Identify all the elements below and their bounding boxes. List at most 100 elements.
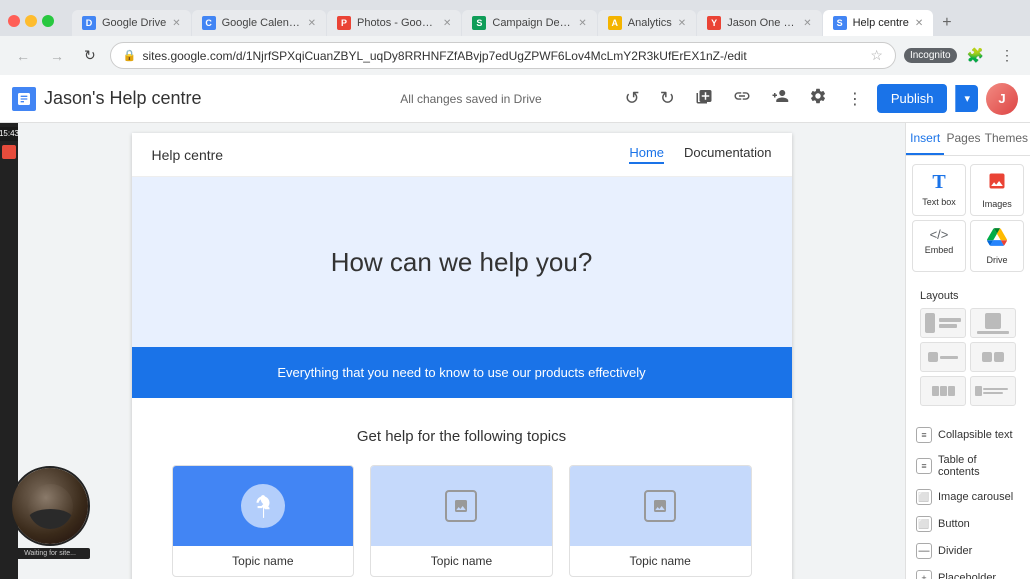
collapsible-icon: ≡: [916, 427, 932, 443]
more-options-button[interactable]: ⋮: [994, 43, 1020, 68]
nav-right-controls: Incognito 🧩 ⋮: [904, 43, 1020, 68]
tab-youtube[interactable]: Y Jason One - YouTube ✕: [697, 10, 821, 36]
tab-close-icon[interactable]: ✕: [308, 18, 316, 29]
layout-1[interactable]: [920, 308, 966, 338]
forward-button[interactable]: →: [44, 44, 70, 68]
window-controls[interactable]: [8, 15, 54, 27]
tab-calendar[interactable]: C Google Calendar - Week of 31... ✕: [192, 10, 326, 36]
right-panel: Insert Pages Themes T Text box Ima: [905, 123, 1030, 579]
tab-close-icon[interactable]: ✕: [803, 18, 811, 29]
insert-drive[interactable]: Drive: [970, 220, 1024, 272]
text-box-icon: T: [932, 171, 945, 194]
toolbar-actions: ↺ ↻ ⋮ Publish ▾ J: [619, 81, 1018, 116]
hero-title: How can we help you?: [331, 247, 593, 278]
minimize-button[interactable]: [25, 15, 37, 27]
publish-button[interactable]: Publish: [877, 84, 948, 113]
layouts-section: Layouts: [912, 282, 1024, 422]
save-status: All changes saved in Drive: [331, 92, 610, 106]
topic-label-1: Topic name: [173, 546, 354, 576]
carousel-icon: ⬜: [916, 489, 932, 505]
insert-text-box[interactable]: T Text box: [912, 164, 966, 216]
feature-label: Collapsible text: [938, 429, 1013, 441]
insert-embed[interactable]: </> Embed: [912, 220, 966, 272]
image-icon: [445, 490, 477, 522]
layout-2[interactable]: [970, 308, 1016, 338]
accessibility-icon: [241, 484, 285, 528]
feature-carousel[interactable]: ⬜ Image carousel: [912, 484, 1024, 510]
topic-card-2[interactable]: Topic name: [370, 465, 553, 577]
topics-section: Get help for the following topics: [132, 398, 792, 579]
add-person-button[interactable]: [765, 81, 795, 116]
browser-navbar: ← → ↻ 🔒 sites.google.com/d/1NjrfSPXqiCua…: [0, 36, 1030, 75]
undo-button[interactable]: ↺: [619, 82, 646, 115]
topic-card-3[interactable]: Topic name: [569, 465, 752, 577]
notification-badge: [2, 145, 16, 159]
insert-images[interactable]: Images: [970, 164, 1024, 216]
redo-button[interactable]: ↻: [654, 82, 681, 115]
more-menu-button[interactable]: ⋮: [841, 83, 869, 115]
new-tab-button[interactable]: +: [934, 10, 959, 36]
site-nav-links: Home Documentation: [629, 145, 771, 164]
publish-dropdown-button[interactable]: ▾: [955, 85, 978, 112]
layout-4[interactable]: [970, 342, 1016, 372]
feature-collapsible-text[interactable]: ≡ Collapsible text: [912, 422, 1024, 448]
loading-text: Waiting for site...: [24, 550, 76, 557]
panel-tabs: Insert Pages Themes: [906, 123, 1030, 156]
image-icon-2: [644, 490, 676, 522]
layout-6[interactable]: [970, 376, 1016, 406]
user-avatar[interactable]: J: [986, 83, 1018, 115]
text-box-label: Text box: [922, 197, 956, 207]
layout-5[interactable]: [920, 376, 966, 406]
nav-link-documentation[interactable]: Documentation: [684, 145, 771, 164]
preview-button[interactable]: [689, 81, 719, 116]
browser-tabs: D Google Drive ✕ C Google Calendar - Wee…: [64, 10, 1022, 36]
images-icon: [987, 171, 1007, 196]
button-icon: ⬜: [916, 516, 932, 532]
tab-google-drive[interactable]: D Google Drive ✕: [72, 10, 191, 36]
link-button[interactable]: [727, 81, 757, 116]
tab-close-icon[interactable]: ✕: [172, 18, 180, 29]
tab-pages[interactable]: Pages: [944, 123, 982, 155]
maximize-button[interactable]: [42, 15, 54, 27]
tab-campaign[interactable]: S Campaign Details - 645-453 -... ✕: [462, 10, 596, 36]
back-button[interactable]: ←: [10, 44, 36, 68]
sites-logo: [12, 87, 36, 111]
site-preview: Help centre Home Documentation How can w…: [132, 133, 792, 579]
extensions-button[interactable]: 🧩: [961, 43, 990, 68]
feature-divider[interactable]: — Divider: [912, 538, 1024, 564]
topics-grid: Topic name Topic name: [172, 465, 752, 577]
main-area: 15:43 Help centre Home Documentation How…: [0, 123, 1030, 579]
divider-icon: —: [916, 543, 932, 559]
tab-close-icon[interactable]: ✕: [915, 18, 923, 29]
camera-overlay: Waiting for site...: [10, 466, 90, 559]
close-button[interactable]: [8, 15, 20, 27]
tab-insert[interactable]: Insert: [906, 123, 944, 155]
tab-close-icon[interactable]: ✕: [678, 18, 686, 29]
tab-close-icon[interactable]: ✕: [578, 18, 586, 29]
tab-close-icon[interactable]: ✕: [443, 18, 451, 29]
embed-icon: </>: [930, 227, 949, 242]
feature-placeholder[interactable]: + Placeholder: [912, 565, 1024, 579]
topics-title: Get help for the following topics: [172, 428, 752, 445]
reload-button[interactable]: ↻: [78, 43, 102, 68]
site-nav: Help centre Home Documentation: [132, 133, 792, 177]
hero-section: How can we help you?: [132, 177, 792, 347]
star-icon[interactable]: ☆: [870, 47, 883, 64]
layout-3[interactable]: [920, 342, 966, 372]
images-label: Images: [982, 199, 1012, 209]
drive-icon: [987, 227, 1007, 252]
page-preview-area[interactable]: Help centre Home Documentation How can w…: [18, 123, 905, 579]
tab-help-centre[interactable]: S Help centre ✕: [823, 10, 934, 36]
feature-toc[interactable]: ≡ Table of contents: [912, 449, 1024, 483]
tab-themes[interactable]: Themes: [983, 123, 1030, 155]
feature-label: Image carousel: [938, 491, 1013, 503]
tab-analytics[interactable]: A Analytics ✕: [598, 10, 696, 36]
nav-link-home[interactable]: Home: [629, 145, 664, 164]
tab-photos[interactable]: P Photos - Google Photos ✕: [327, 10, 461, 36]
topic-card-1[interactable]: Topic name: [172, 465, 355, 577]
banner-text: Everything that you need to know to use …: [172, 365, 752, 380]
feature-button[interactable]: ⬜ Button: [912, 511, 1024, 537]
settings-button[interactable]: [803, 81, 833, 116]
incognito-badge: Incognito: [904, 48, 957, 63]
address-bar[interactable]: 🔒 sites.google.com/d/1NjrfSPXqiCuanZBYL_…: [110, 42, 896, 69]
